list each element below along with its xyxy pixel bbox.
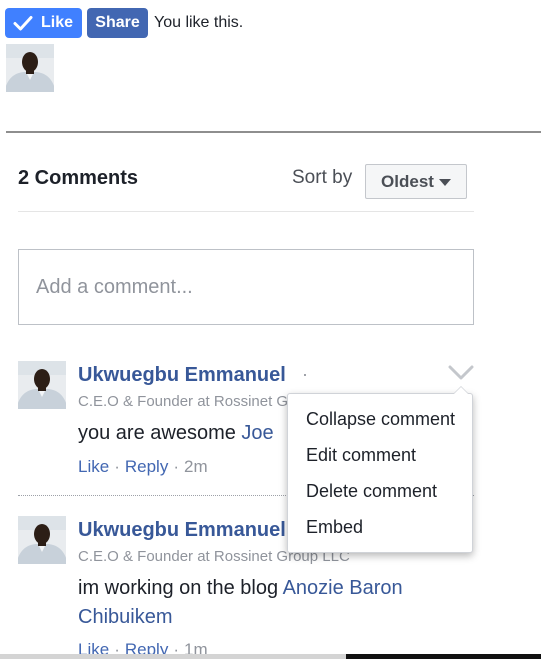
chevron-down-icon[interactable] <box>448 364 474 382</box>
comment-timestamp[interactable]: 2m <box>184 457 208 476</box>
liker-avatar[interactable] <box>6 44 54 92</box>
commenter-avatar[interactable] <box>18 361 66 409</box>
like-button-label: Like <box>41 14 74 31</box>
menu-item-edit-comment[interactable]: Edit comment <box>288 437 472 473</box>
menu-item-delete-comment[interactable]: Delete comment <box>288 473 472 509</box>
comment-actions: Like · Reply · 2m <box>78 457 208 477</box>
add-comment-input[interactable] <box>18 249 474 325</box>
comment-mention-link[interactable]: Joe <box>241 422 273 444</box>
menu-caret-inner <box>454 387 468 394</box>
sort-order-value: Oldest <box>381 171 434 191</box>
sort-order-select[interactable]: Oldest <box>365 164 467 199</box>
caret-down-icon <box>438 179 451 186</box>
check-icon <box>13 16 33 31</box>
share-button[interactable]: Share <box>87 8 148 38</box>
commenter-avatar[interactable] <box>18 516 66 564</box>
comment-body: im working on the blog Anozie Baron Chib… <box>78 574 474 632</box>
scrollbar-thumb[interactable] <box>346 654 541 659</box>
comment-text: you are awesome <box>78 422 242 444</box>
comment-options-menu: Collapse comment Edit comment Delete com… <box>287 386 473 553</box>
sort-label: Sort by <box>292 167 353 188</box>
action-separator: · <box>114 457 120 476</box>
like-button[interactable]: Like <box>5 8 82 38</box>
comment-text: im working on the blog <box>78 577 283 599</box>
comment-author-link[interactable]: Ukwuegbu Emmanuel <box>78 519 286 542</box>
comment-author-link[interactable]: Ukwuegbu Emmanuel <box>78 364 286 387</box>
header-divider <box>18 211 474 212</box>
menu-item-embed[interactable]: Embed <box>288 509 472 545</box>
section-divider <box>6 131 541 133</box>
menu-item-collapse-comment[interactable]: Collapse comment <box>288 401 472 437</box>
horizontal-scrollbar[interactable] <box>0 654 541 659</box>
share-button-label: Share <box>95 14 140 31</box>
comment-like-link[interactable]: Like <box>78 457 109 476</box>
like-share-bar: Like Share You like this. <box>5 8 243 38</box>
action-separator: · <box>173 457 179 476</box>
author-separator: · <box>302 364 308 384</box>
comment-count: 2 Comments <box>18 167 139 189</box>
comment-reply-link[interactable]: Reply <box>125 457 168 476</box>
like-status-text: You like this. <box>154 14 244 31</box>
